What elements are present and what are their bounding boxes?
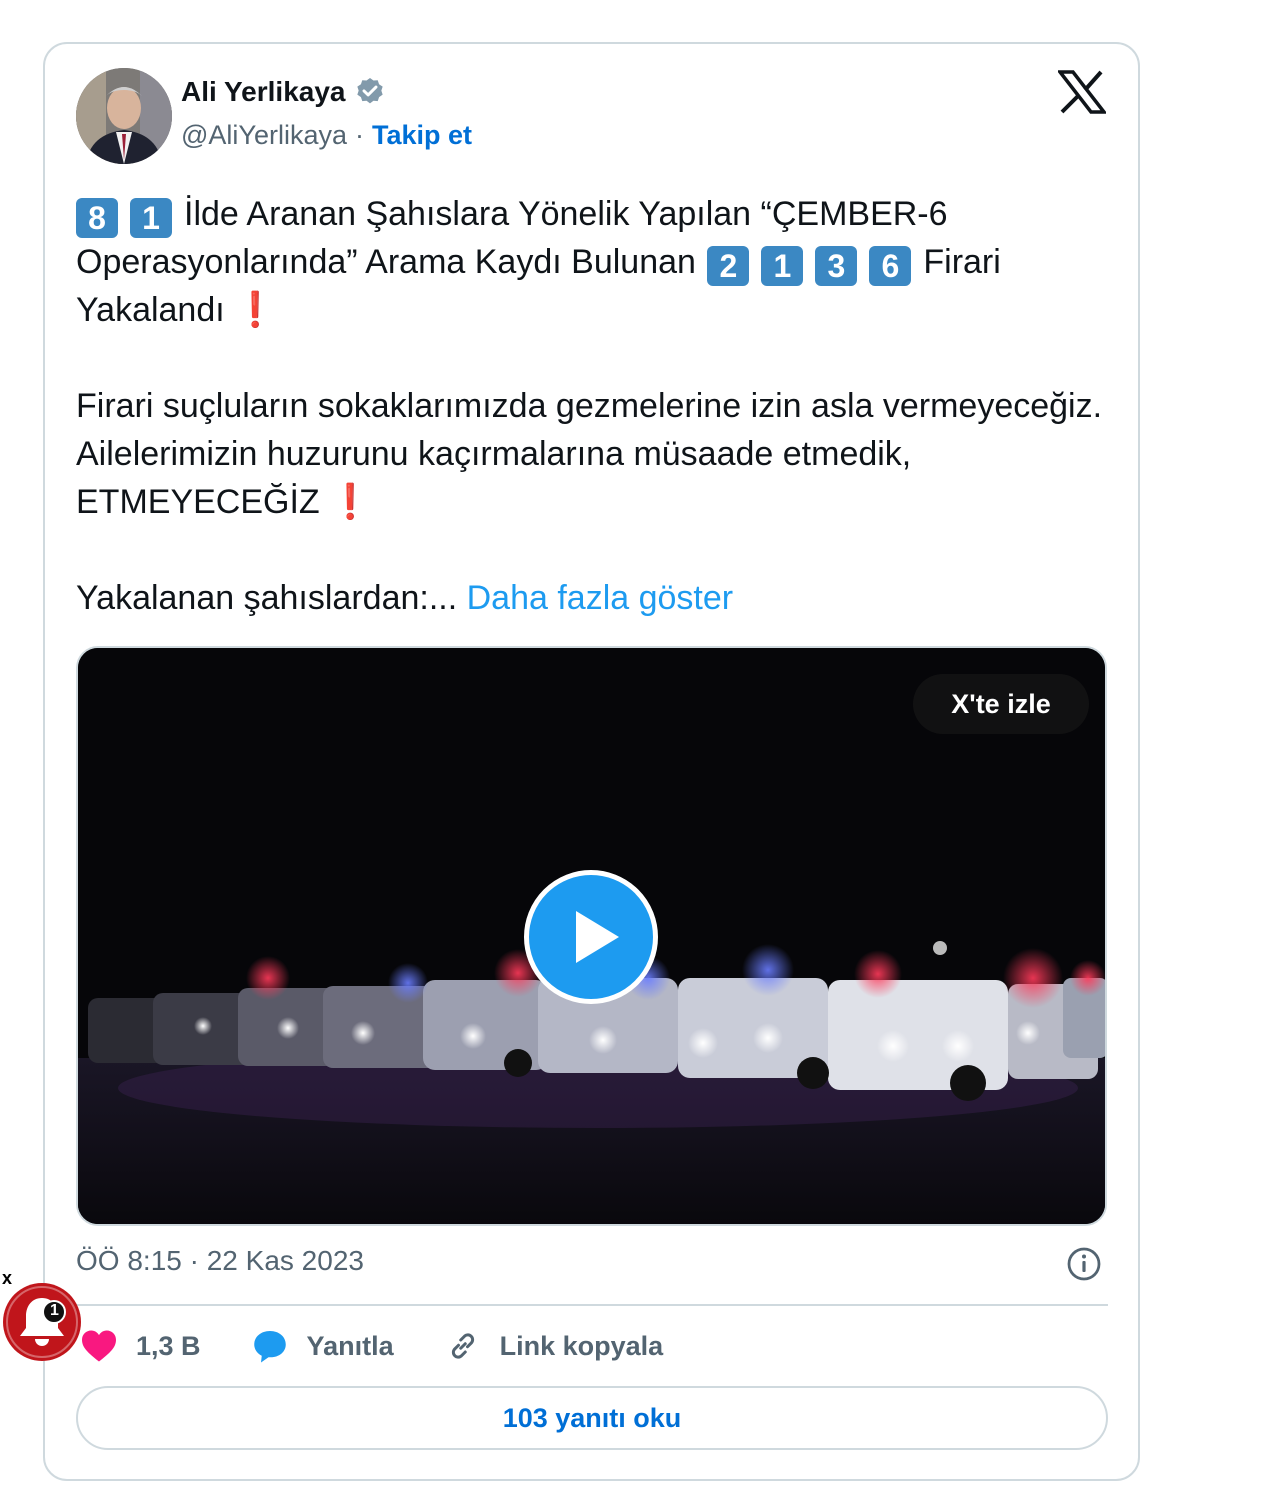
notification-count-badge: 1: [50, 1302, 59, 1319]
link-icon: [451, 1333, 474, 1359]
author-name[interactable]: Ali Yerlikaya: [181, 76, 346, 108]
info-icon[interactable]: [1066, 1246, 1102, 1282]
read-replies-button[interactable]: 103 yanıtı oku: [76, 1386, 1108, 1450]
tweet-para3-text: Yakalanan şahıslardan:...: [76, 579, 458, 617]
reply-button[interactable]: Yanıtla: [251, 1328, 394, 1364]
heart-icon: [82, 1330, 116, 1362]
keycap: 8: [76, 198, 118, 238]
exclamation-emoji: ❗: [234, 291, 277, 329]
action-bar: 1,3 B Yanıtla Link kopyala: [80, 1322, 713, 1370]
bell-icon: [6, 1286, 78, 1358]
tweet-para2-text: Firari suçluların sokaklarımızda gezmele…: [76, 387, 1103, 521]
tweet-paragraph-2: Firari suçluların sokaklarımızda gezmele…: [76, 382, 1116, 526]
divider: [76, 1304, 1108, 1306]
keycap: 2: [707, 246, 750, 286]
notification-bell-button[interactable]: 1: [3, 1283, 81, 1361]
author-name-row: Ali Yerlikaya: [181, 76, 386, 108]
play-button[interactable]: [524, 870, 658, 1004]
copy-link-button[interactable]: Link kopyala: [444, 1328, 664, 1364]
keycap: 1: [130, 198, 172, 238]
like-button[interactable]: 1,3 B: [80, 1329, 201, 1363]
x-logo-icon[interactable]: [1058, 70, 1106, 114]
keycap: 3: [815, 246, 858, 286]
author-avatar[interactable]: [76, 68, 172, 164]
tweet-timestamp[interactable]: ÖÖ 8:15 · 22 Kas 2023: [76, 1245, 364, 1277]
tweet-paragraph-3: Yakalanan şahıslardan:... Daha fazla gös…: [76, 574, 1116, 622]
keycap: 1: [761, 246, 804, 286]
tweet-paragraph-1: 8 1 İlde Aranan Şahıslara Yönelik Yapılan …: [76, 190, 1116, 334]
author-handle[interactable]: @AliYerlikaya: [181, 120, 347, 151]
reply-label: Yanıtla: [306, 1330, 394, 1361]
keycap: 6: [869, 246, 912, 286]
watch-on-x-button[interactable]: X'te izle: [913, 674, 1089, 734]
like-count: 1,3 B: [136, 1330, 201, 1361]
reply-icon: [253, 1331, 286, 1363]
tweet-text: 8 1 İlde Aranan Şahıslara Yönelik Yapılan …: [76, 190, 1116, 622]
show-more-link[interactable]: Daha fazla göster: [467, 579, 734, 617]
verified-badge-icon: [356, 78, 383, 104]
exclamation-emoji: ❗: [329, 483, 372, 521]
author-handle-row: @AliYerlikaya · Takip et: [181, 120, 472, 151]
avatar-image: [76, 68, 172, 164]
copy-link-label: Link kopyala: [499, 1330, 664, 1361]
follow-button[interactable]: Takip et: [372, 120, 472, 151]
play-icon: [576, 911, 619, 963]
handle-separator: ·: [354, 120, 364, 150]
